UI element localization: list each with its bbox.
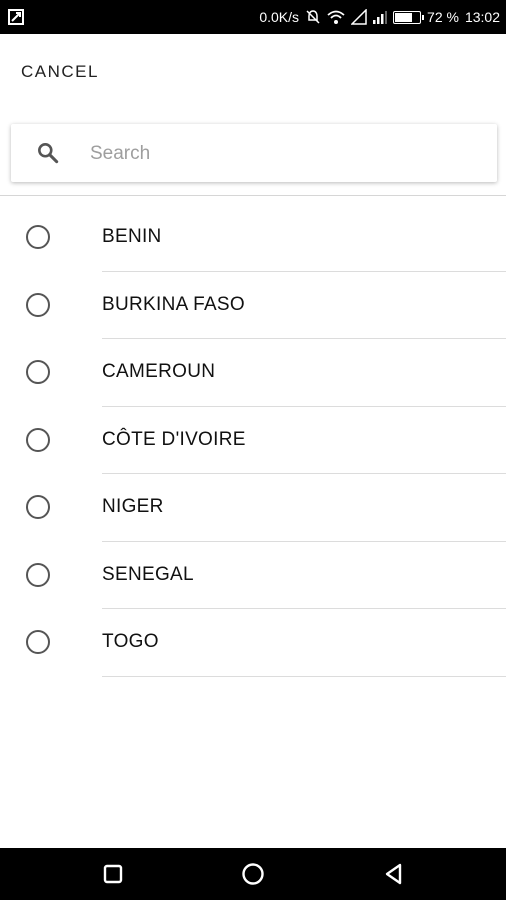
country-label: NIGER (102, 496, 164, 517)
status-bar: 0.0K/s 72 % 13:02 (0, 0, 506, 34)
search-icon (38, 143, 59, 164)
radio-button[interactable] (26, 225, 50, 249)
list-item[interactable]: TOGO (0, 609, 506, 677)
country-label: CÔTE D'IVOIRE (102, 428, 246, 450)
circle-icon[interactable] (240, 861, 266, 887)
battery-icon (393, 10, 425, 24)
network-speed: 0.0K/s (259, 9, 300, 25)
radio-button[interactable] (26, 427, 50, 452)
list-item[interactable]: NIGER (0, 474, 506, 542)
country-label: CAMEROUN (102, 361, 216, 382)
search-divider (0, 195, 506, 196)
radio-button[interactable] (26, 630, 50, 654)
signal-outline-icon (351, 9, 367, 25)
list-item[interactable]: CAMEROUN (0, 339, 506, 407)
triangle-back-icon[interactable] (381, 861, 407, 887)
search-input[interactable] (88, 124, 482, 184)
wifi-icon (327, 10, 345, 24)
country-label: BENIN (102, 226, 162, 247)
list-item[interactable]: BENIN (0, 204, 506, 272)
country-label: SENEGAL (102, 563, 194, 585)
status-indicators: 0.0K/s 72 % 13:02 (259, 0, 500, 34)
radio-button[interactable] (26, 360, 50, 384)
radio-button[interactable] (26, 495, 50, 519)
list-divider (102, 675, 506, 677)
list-item[interactable]: SENEGAL (0, 542, 506, 609)
country-label: TOGO (102, 631, 159, 652)
navigation-bar (0, 848, 506, 900)
clock: 13:02 (464, 9, 500, 25)
country-label: BURKINA FASO (102, 293, 245, 315)
screenshot-notification-icon (8, 9, 24, 25)
signal-bars-icon (373, 11, 388, 24)
battery-percent: 72 % (427, 9, 459, 25)
notifications-off-icon (306, 10, 320, 24)
radio-button[interactable] (26, 562, 50, 587)
search-bar (11, 124, 497, 184)
country-list: BENIN BURKINA FASO CAMEROUN CÔTE D'IVOIRE NI… (0, 204, 506, 677)
list-item[interactable]: CÔTE D'IVOIRE (0, 407, 506, 474)
list-item[interactable]: BURKINA FASO (0, 272, 506, 339)
radio-button[interactable] (26, 292, 50, 317)
cancel-button[interactable]: CANCEL (21, 62, 99, 82)
square-icon[interactable] (100, 861, 126, 887)
